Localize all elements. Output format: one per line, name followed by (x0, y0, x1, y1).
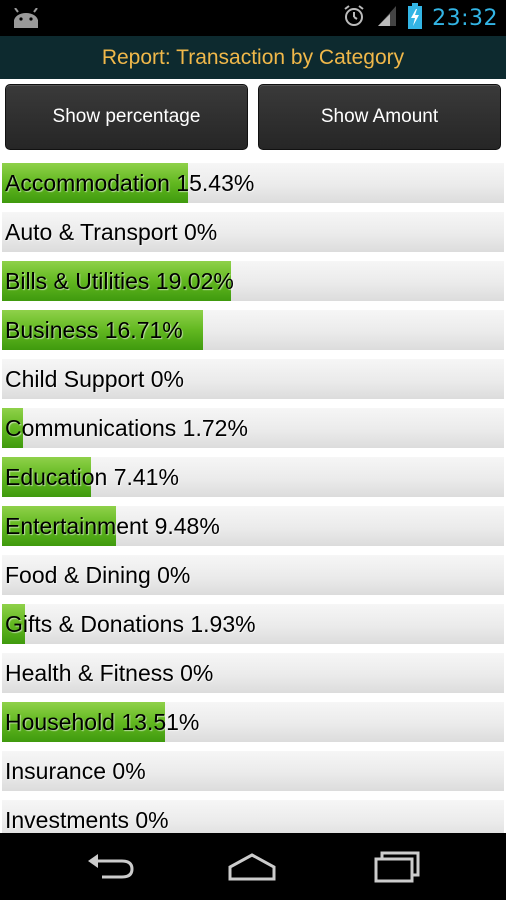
category-label: Business 16.71% (5, 316, 183, 343)
category-label: Bills & Utilities 19.02% (5, 267, 234, 294)
status-bar: 23:32 (0, 0, 506, 36)
category-row[interactable]: Entertainment 9.48% (0, 501, 506, 549)
category-label: Food & Dining 0% (5, 561, 191, 588)
category-row[interactable]: Gifts & Donations 1.93% (0, 599, 506, 647)
category-label: Communications 1.72% (5, 414, 248, 441)
category-label: Entertainment 9.48% (5, 512, 220, 539)
category-label: Auto & Transport 0% (5, 218, 218, 245)
page-title: Report: Transaction by Category (101, 45, 405, 69)
home-icon[interactable] (222, 847, 282, 887)
category-row[interactable]: Education 7.41% (0, 452, 506, 500)
category-label: Household 13.51% (5, 708, 200, 735)
android-icon (12, 7, 40, 29)
show-percentage-button[interactable]: Show percentage (5, 84, 248, 150)
category-list[interactable]: Accommodation 15.43% Auto & Transport 0% B… (0, 158, 506, 833)
category-label: Child Support 0% (5, 365, 184, 392)
category-row[interactable]: Accommodation 15.43% (0, 158, 506, 206)
category-row[interactable]: Bills & Utilities 19.02% (0, 256, 506, 304)
category-label: Health & Fitness 0% (5, 659, 214, 686)
category-label: Investments 0% (5, 806, 169, 833)
title-bar: Report: Transaction by Category (0, 36, 506, 79)
category-row[interactable]: Insurance 0% (0, 746, 506, 794)
back-icon[interactable] (82, 847, 142, 887)
show-amount-button[interactable]: Show Amount (258, 84, 501, 150)
category-label: Accommodation 15.43% (5, 169, 255, 196)
category-row[interactable]: Communications 1.72% (0, 403, 506, 451)
category-row[interactable]: Household 13.51% (0, 697, 506, 745)
category-label: Insurance 0% (5, 757, 146, 784)
battery-charging-icon (408, 2, 423, 34)
clock-time: 23:32 (432, 5, 498, 31)
category-label: Gifts & Donations 1.93% (5, 610, 256, 637)
signal-icon (376, 4, 398, 33)
category-row[interactable]: Food & Dining 0% (0, 550, 506, 598)
category-row[interactable]: Auto & Transport 0% (0, 207, 506, 255)
recent-apps-icon[interactable] (362, 847, 422, 887)
nav-bar (0, 833, 506, 900)
button-row: Show percentage Show Amount (0, 79, 506, 158)
category-label: Education 7.41% (5, 463, 179, 490)
alarm-icon (342, 4, 366, 33)
category-row[interactable]: Investments 0% (0, 795, 506, 833)
category-row[interactable]: Child Support 0% (0, 354, 506, 402)
category-row[interactable]: Business 16.71% (0, 305, 506, 353)
category-row[interactable]: Health & Fitness 0% (0, 648, 506, 696)
status-icons: 23:32 (342, 0, 498, 36)
